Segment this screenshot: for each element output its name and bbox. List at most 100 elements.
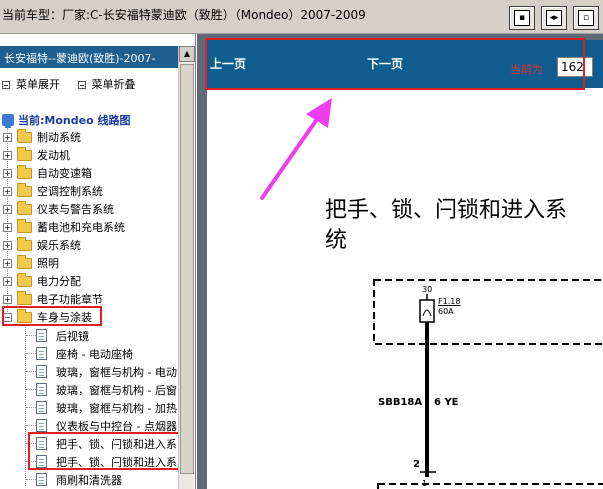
document-icon — [36, 365, 47, 378]
folder-icon — [17, 236, 32, 251]
wire-id-label: SBB18A — [378, 397, 423, 408]
folder-icon — [17, 272, 32, 287]
fit-view-button[interactable]: ▫ — [573, 6, 599, 30]
sidebar-header: 长安福特--蒙迪欧(致胜)-2007- — [0, 46, 178, 68]
folder-icon — [17, 128, 32, 143]
tree-branch-line — [26, 479, 36, 480]
expand-plus-icon[interactable]: + — [3, 294, 12, 304]
sidebar-actions: 菜单展开 菜单折叠 — [2, 76, 136, 92]
collapse-label: 菜单折叠 — [91, 78, 136, 91]
leaf-wipers[interactable]: 雨刷和清洗器 — [0, 470, 178, 488]
page-toggle-icon: ▪ — [514, 10, 530, 26]
leaf-label: 玻璃，窗框与机构 - 加热 — [56, 402, 177, 415]
leaf-label: 座椅 - 电动座椅 — [56, 348, 133, 361]
highlight-nav-bar — [205, 38, 585, 90]
computer-icon — [2, 114, 14, 128]
folder-transmission[interactable]: + 自动变速箱 — [0, 164, 178, 182]
folder-icon — [17, 182, 32, 197]
tree-branch-line — [26, 425, 36, 426]
fit-view-icon: ▫ — [578, 10, 594, 26]
tree-root[interactable]: 当前:Mondeo 线路图 — [2, 112, 130, 128]
leaf-rear-window[interactable]: 玻璃，窗框与机构 - 后窗 — [0, 380, 178, 398]
leaf-label: 玻璃，窗框与机构 - 电动 — [56, 366, 177, 379]
connector-pin-label: 2 — [413, 459, 420, 470]
folder-label: 电力分配 — [37, 275, 81, 288]
split-view-button[interactable]: ◂▸ — [541, 6, 567, 30]
document-icon — [36, 347, 47, 360]
fuse-symbol — [419, 299, 435, 323]
folder-lighting[interactable]: + 照明 — [0, 254, 178, 272]
folder-label: 照明 — [37, 257, 59, 270]
highlight-body-paint — [2, 306, 102, 326]
bottom-pin-label: 1 — [422, 479, 428, 488]
diagram-title-line2: 统 — [325, 228, 348, 253]
tree-branch-line — [26, 389, 36, 390]
leaf-power-seats[interactable]: 座椅 - 电动座椅 — [0, 344, 178, 362]
leaf-mirrors[interactable]: 后视镜 — [0, 326, 178, 344]
folder-brakes[interactable]: + 制动系统 — [0, 128, 178, 146]
fuse-box-outline — [373, 279, 603, 345]
expand-plus-icon[interactable]: + — [3, 240, 12, 250]
document-icon — [36, 473, 47, 486]
folder-icon — [17, 164, 32, 179]
document-icon — [36, 401, 47, 414]
scrollbar-thumb[interactable] — [180, 64, 194, 474]
folder-icon — [17, 200, 32, 215]
tree-branch-line — [26, 407, 36, 408]
document-icon — [36, 419, 47, 432]
expand-plus-icon[interactable]: + — [3, 168, 12, 178]
tree-branch-line — [26, 371, 36, 372]
document-icon — [36, 383, 47, 396]
wire-color-label: 6 YE — [434, 397, 459, 408]
vehicle-title: 当前车型：厂家:C-长安福特蒙迪欧（致胜）（Mondeo）2007-2009 — [2, 8, 366, 22]
folder-entertainment[interactable]: + 娱乐系统 — [0, 236, 178, 254]
sidebar-scrollbar[interactable]: ▲ — [178, 46, 195, 489]
folder-label: 空调控制系统 — [37, 185, 103, 198]
scroll-up-icon[interactable]: ▲ — [179, 46, 195, 62]
viewer-frame-left — [197, 34, 207, 489]
folder-label: 仪表与警告系统 — [37, 203, 114, 216]
expand-plus-icon[interactable]: + — [3, 276, 12, 286]
fuse-rating-label: 60A — [438, 307, 454, 316]
leaf-label: 后视镜 — [56, 330, 89, 343]
folder-engine[interactable]: + 发动机 — [0, 146, 178, 164]
expand-plus-icon[interactable]: + — [3, 222, 12, 232]
tree-root-label: 当前:Mondeo 线路图 — [18, 114, 131, 127]
expand-plus-icon[interactable]: + — [3, 258, 12, 268]
wiring-diagram — [373, 279, 603, 489]
expand-label: 菜单展开 — [16, 78, 60, 91]
highlight-locks-items — [28, 432, 184, 470]
folder-icon — [17, 254, 32, 269]
folder-label: 蓄电池和充电系统 — [37, 221, 125, 234]
folder-label: 娱乐系统 — [37, 239, 81, 252]
expand-plus-icon[interactable]: + — [3, 132, 12, 142]
title-bar: 当前车型：厂家:C-长安福特蒙迪欧（致胜）（Mondeo）2007-2009 ▪… — [0, 0, 603, 34]
expand-plus-icon[interactable]: + — [3, 204, 12, 214]
expand-icon — [2, 81, 10, 89]
tree-branch-line — [26, 335, 36, 336]
folder-battery[interactable]: + 蓄电池和充电系统 — [0, 218, 178, 236]
leaf-power-windows[interactable]: 玻璃，窗框与机构 - 电动 — [0, 362, 178, 380]
leaf-label: 雨刷和清洗器 — [56, 474, 122, 487]
folder-icon — [17, 146, 32, 161]
document-icon — [36, 329, 47, 342]
collapse-menu-button[interactable]: 菜单折叠 — [77, 78, 136, 91]
expand-plus-icon[interactable]: + — [3, 150, 12, 160]
expand-plus-icon[interactable]: + — [3, 186, 12, 196]
folder-power-distribution[interactable]: + 电力分配 — [0, 272, 178, 290]
annotation-arrow — [260, 98, 332, 200]
fuse-pin-label: 30 — [422, 285, 433, 294]
expand-menu-button[interactable]: 菜单展开 — [2, 78, 60, 91]
folder-icon — [17, 290, 32, 305]
folder-label: 电子功能章节 — [37, 293, 103, 306]
connector-outline — [377, 483, 603, 489]
folder-label: 发动机 — [37, 149, 70, 162]
split-view-icon: ◂▸ — [546, 10, 562, 26]
folder-instruments[interactable]: + 仪表与警告系统 — [0, 200, 178, 218]
leaf-heated-glass[interactable]: 玻璃，窗框与机构 - 加热 — [0, 398, 178, 416]
folder-climate[interactable]: + 空调控制系统 — [0, 182, 178, 200]
folder-label: 自动变速箱 — [37, 167, 92, 180]
folder-label: 制动系统 — [37, 131, 81, 144]
page-toggle-button[interactable]: ▪ — [509, 6, 535, 30]
fuse-name-label: F1.18 — [438, 297, 461, 306]
